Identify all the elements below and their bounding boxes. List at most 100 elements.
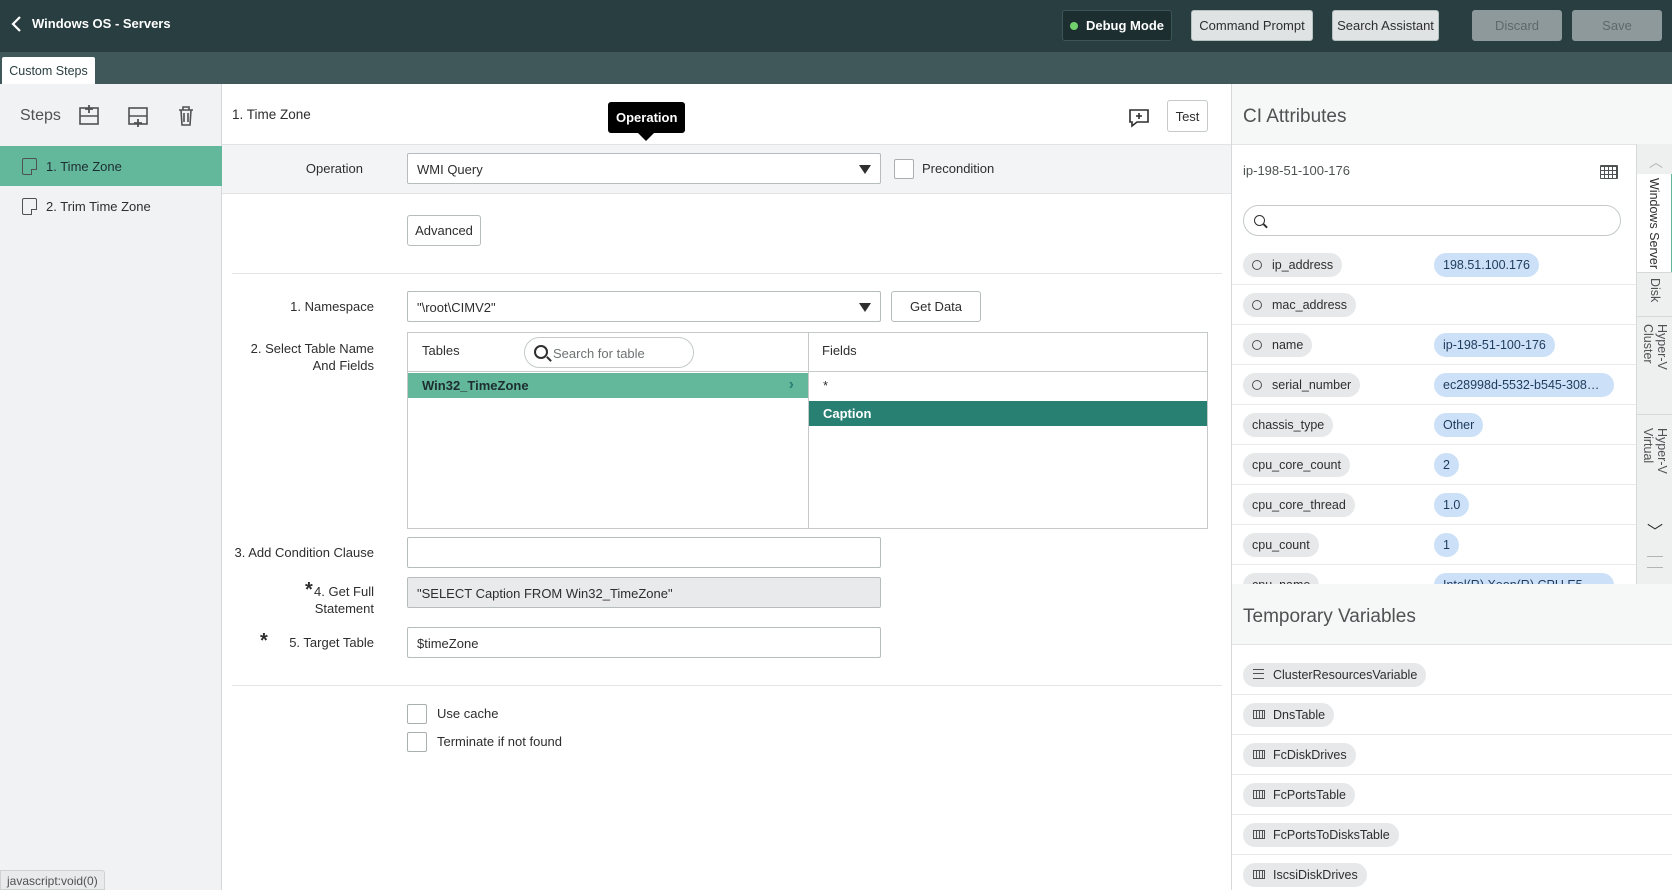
search-assistant-button[interactable]: Search Assistant xyxy=(1332,10,1439,41)
status-dot-icon xyxy=(1070,21,1078,30)
table-search-placeholder: Search for table xyxy=(553,346,645,361)
key-icon xyxy=(1252,340,1262,350)
add-comment-icon[interactable] xyxy=(1128,108,1150,128)
ci-attribute-key-text: name xyxy=(1272,338,1304,352)
field-row-all[interactable]: * xyxy=(809,373,1207,398)
ci-attribute-key-text: cpu_name xyxy=(1252,578,1310,584)
ci-attribute-row[interactable]: name ip-198-51-100-176 xyxy=(1232,325,1636,365)
test-button[interactable]: Test xyxy=(1167,100,1208,132)
temp-variable-label: FcPortsToDisksTable xyxy=(1273,828,1390,842)
ci-attribute-key[interactable]: name xyxy=(1243,333,1313,357)
ci-attribute-key[interactable]: cpu_core_thread xyxy=(1243,493,1355,517)
side-tab-hyper-v-cluster[interactable]: Hyper-V Cluster xyxy=(1637,320,1672,412)
key-icon xyxy=(1252,300,1262,310)
terminate-label: Terminate if not found xyxy=(437,734,563,749)
select-table-label-line1: 2. Select Table Name xyxy=(250,341,374,356)
full-statement-label: 4. Get Full Statement xyxy=(314,584,374,619)
ci-attribute-key[interactable]: serial_number xyxy=(1243,373,1361,397)
table-field-picker: Tables Search for table Fields Win32_Tim… xyxy=(407,332,1208,529)
get-data-button[interactable]: Get Data xyxy=(891,291,981,322)
table-icon xyxy=(1253,830,1265,839)
ci-attribute-value[interactable]: Intel(R) Xeon(R) CPU E5-26... xyxy=(1434,573,1614,584)
temp-variable-pill[interactable]: FcDiskDrives xyxy=(1243,743,1356,767)
divider xyxy=(1637,316,1672,317)
temp-variable-pill[interactable]: FcPortsToDisksTable xyxy=(1243,823,1399,847)
operation-select[interactable]: WMI Query xyxy=(407,153,881,184)
ci-attribute-value[interactable]: ec28998d-5532-b545-3088-... xyxy=(1434,373,1614,397)
ci-attribute-row[interactable]: chassis_type Other xyxy=(1232,405,1636,445)
ci-attribute-value[interactable]: 198.51.100.176 xyxy=(1434,253,1539,277)
chevron-down-icon[interactable]: ﹀ xyxy=(1647,518,1663,542)
temp-variable-row: FcPortsTable xyxy=(1232,775,1672,815)
chevron-up-icon[interactable]: ︿ xyxy=(1649,152,1663,172)
target-table-label: 5. Target Table xyxy=(289,635,374,650)
ci-search-input[interactable] xyxy=(1243,205,1621,236)
ci-attribute-key[interactable]: cpu_core_count xyxy=(1243,453,1350,477)
advanced-button[interactable]: Advanced xyxy=(407,215,481,246)
side-tab-windows-server[interactable]: Windows Server xyxy=(1637,174,1672,272)
ci-attribute-value[interactable]: 2 xyxy=(1434,453,1459,477)
sliders-icon[interactable] xyxy=(1647,556,1663,568)
ci-attribute-row[interactable]: mac_address xyxy=(1232,285,1636,325)
use-cache-checkbox[interactable] xyxy=(407,704,427,724)
document-icon xyxy=(22,157,37,175)
namespace-select[interactable]: "\root\CIMV2" xyxy=(407,291,881,322)
operation-label: Operation xyxy=(305,161,363,176)
ci-attribute-key[interactable]: cpu_count xyxy=(1243,533,1319,557)
required-asterisk: * xyxy=(260,630,268,652)
ci-attribute-value[interactable]: ip-198-51-100-176 xyxy=(1434,333,1555,357)
temp-variable-pill[interactable]: IscsiDiskDrives xyxy=(1243,863,1367,887)
save-button[interactable]: Save xyxy=(1572,10,1662,41)
divider xyxy=(232,685,1222,686)
debug-mode-button[interactable]: Debug Mode xyxy=(1062,10,1172,41)
side-tab-disk[interactable]: Disk xyxy=(1637,274,1672,316)
divider xyxy=(1637,414,1672,415)
command-prompt-button[interactable]: Command Prompt xyxy=(1191,10,1313,41)
side-tab-hyper-v-virtual[interactable]: Hyper-V Virtual xyxy=(1637,424,1672,510)
ci-attribute-key[interactable]: mac_address xyxy=(1243,293,1357,317)
ci-attribute-value[interactable]: 1.0 xyxy=(1434,493,1470,517)
search-icon xyxy=(1254,215,1265,226)
ci-attribute-row[interactable]: serial_number ec28998d-5532-b545-3088-... xyxy=(1232,365,1636,405)
condition-clause-input[interactable] xyxy=(407,537,881,568)
debug-mode-label: Debug Mode xyxy=(1086,18,1164,33)
temp-variable-pill[interactable]: ClusterResourcesVariable xyxy=(1243,663,1427,687)
step-item-trim-time-zone[interactable]: 2. Trim Time Zone xyxy=(0,186,222,226)
namespace-value: "\root\CIMV2" xyxy=(417,300,496,315)
table-icon xyxy=(1253,870,1265,879)
search-icon xyxy=(534,345,548,359)
ci-attribute-key-text: mac_address xyxy=(1272,298,1348,312)
back-arrow-icon[interactable] xyxy=(10,15,30,37)
trash-icon[interactable] xyxy=(174,104,198,128)
ci-attribute-key[interactable]: ip_address xyxy=(1243,253,1343,277)
step-item-time-zone[interactable]: 1. Time Zone xyxy=(0,146,222,186)
ci-attribute-value[interactable]: 1 xyxy=(1434,533,1459,557)
ci-attribute-row[interactable]: cpu_core_count 2 xyxy=(1232,445,1636,485)
temp-variable-pill[interactable]: DnsTable xyxy=(1243,703,1335,727)
add-step-icon[interactable] xyxy=(77,104,101,128)
tab-custom-steps[interactable]: Custom Steps xyxy=(2,57,95,84)
discard-button[interactable]: Discard xyxy=(1472,10,1562,41)
table-search-input[interactable]: Search for table xyxy=(524,337,694,368)
ci-attribute-key-text: cpu_core_count xyxy=(1252,458,1341,472)
table-view-icon[interactable] xyxy=(1600,165,1618,179)
divider xyxy=(1637,272,1672,273)
ci-attribute-row[interactable]: ip_address 198.51.100.176 xyxy=(1232,245,1636,285)
temp-variable-pill[interactable]: FcPortsTable xyxy=(1243,783,1355,807)
insert-step-icon[interactable] xyxy=(126,104,150,128)
terminate-checkbox[interactable] xyxy=(407,732,427,752)
target-table-input[interactable]: $timeZone xyxy=(407,627,881,658)
ci-attribute-row[interactable]: cpu_name Intel(R) Xeon(R) CPU E5-26... xyxy=(1232,565,1636,584)
ci-attribute-value[interactable]: Other xyxy=(1434,413,1484,437)
temp-variable-label: FcPortsTable xyxy=(1273,788,1346,802)
ci-attribute-row[interactable]: cpu_count 1 xyxy=(1232,525,1636,565)
ci-attribute-row[interactable]: cpu_core_thread 1.0 xyxy=(1232,485,1636,525)
temp-variable-row: FcPortsToDisksTable xyxy=(1232,815,1672,855)
table-row-win32-timezone[interactable]: Win32_TimeZone › xyxy=(408,373,808,398)
status-bar-url: javascript:void(0) xyxy=(0,870,105,890)
ci-attribute-key[interactable]: chassis_type xyxy=(1243,413,1334,437)
tables-header: Tables xyxy=(422,343,460,358)
precondition-checkbox[interactable] xyxy=(894,159,914,179)
ci-attribute-key[interactable]: cpu_name xyxy=(1243,573,1320,584)
field-row-caption[interactable]: Caption xyxy=(809,401,1207,426)
